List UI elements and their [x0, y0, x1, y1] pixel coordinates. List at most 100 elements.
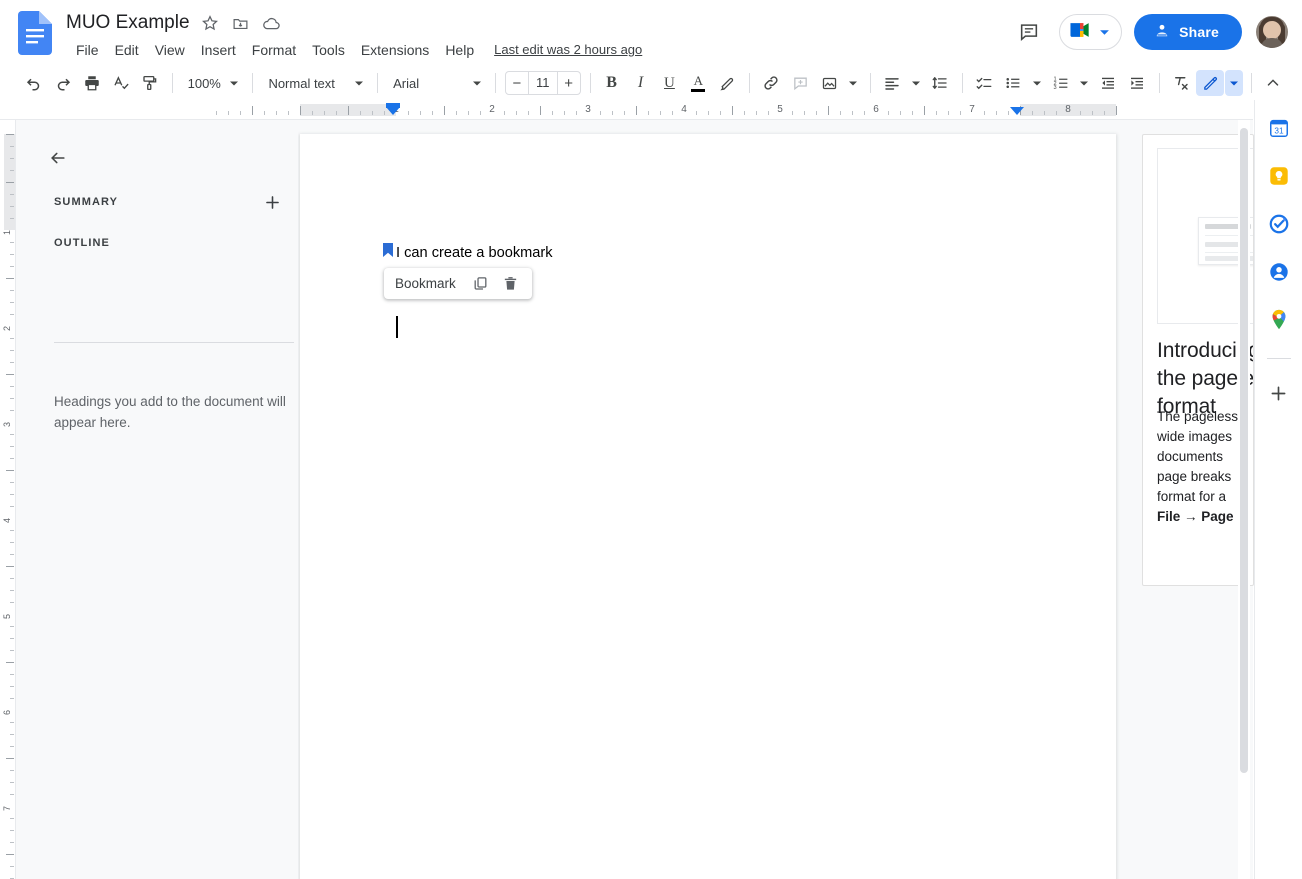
decrease-indent-icon[interactable] [1094, 70, 1122, 96]
bulleted-list-icon[interactable] [999, 70, 1027, 96]
comment-history-icon[interactable] [1009, 12, 1049, 52]
delete-trash-icon[interactable] [498, 271, 524, 297]
menu-edit[interactable]: Edit [107, 38, 147, 62]
clear-formatting-icon[interactable] [1167, 70, 1195, 96]
redo-icon[interactable] [49, 70, 77, 96]
text-color-letter: A [694, 74, 703, 87]
cloud-saved-icon[interactable] [261, 12, 283, 34]
bookmark-flag-icon[interactable] [382, 242, 394, 258]
menu-file[interactable]: File [68, 38, 107, 62]
font-size-stepper[interactable]: − 11 + [505, 71, 581, 95]
google-keep-icon[interactable] [1259, 156, 1299, 196]
ruler-tick [1032, 111, 1033, 115]
chevron-up-icon[interactable] [1259, 70, 1287, 96]
zoom-selector[interactable]: 100% [180, 70, 246, 96]
scrollbar-thumb[interactable] [1240, 128, 1248, 773]
vertical-ruler-tick [10, 386, 14, 387]
print-icon[interactable] [78, 70, 106, 96]
ruler-tick [900, 111, 901, 115]
vertical-ruler-tick [10, 674, 14, 675]
vertical-ruler-tick [10, 218, 14, 219]
bold-button[interactable]: B [598, 70, 626, 96]
thumb-text-bar [1205, 242, 1241, 247]
ruler-tick [456, 111, 457, 115]
line-spacing-icon[interactable] [926, 70, 954, 96]
highlight-pen-icon[interactable] [713, 70, 741, 96]
bookmark-popup[interactable]: Bookmark [384, 268, 532, 299]
menu-extensions[interactable]: Extensions [353, 38, 437, 62]
numbered-list-icon[interactable]: 1 2 3 [1047, 70, 1075, 96]
avatar[interactable] [1256, 16, 1288, 48]
google-maps-icon[interactable] [1259, 300, 1299, 340]
ruler-tick [852, 111, 853, 115]
underline-button[interactable]: U [655, 70, 683, 96]
bulleted-list-dropdown[interactable] [1028, 70, 1046, 96]
font-family-value: Arial [393, 76, 419, 91]
plus-icon[interactable] [258, 188, 286, 216]
document-scroll-area[interactable]: I can create a bookmark Bookmark [298, 120, 1253, 879]
page-title[interactable]: MUO Example [66, 10, 190, 36]
vertical-ruler-tick [10, 506, 14, 507]
font-size-input[interactable]: 11 [528, 72, 558, 94]
menu-help[interactable]: Help [437, 38, 482, 62]
ruler-tick [936, 111, 937, 115]
document-page[interactable]: I can create a bookmark Bookmark [300, 134, 1116, 879]
vertical-ruler-tick [6, 470, 14, 471]
vertical-ruler-tick [6, 854, 14, 855]
insert-link-icon[interactable] [757, 70, 785, 96]
font-family-selector[interactable]: Arial [385, 70, 488, 96]
italic-button[interactable]: I [627, 70, 655, 96]
outline-divider [54, 342, 294, 343]
align-dropdown[interactable] [907, 70, 925, 96]
text-color-button[interactable]: A [684, 70, 712, 96]
google-meet-button[interactable] [1059, 14, 1122, 50]
menu-tools[interactable]: Tools [304, 38, 353, 62]
left-indent-marker[interactable] [386, 107, 400, 115]
summary-section-header: SUMMARY [54, 188, 294, 216]
right-indent-marker[interactable] [1010, 107, 1024, 115]
document-text-line[interactable]: I can create a bookmark [396, 242, 553, 264]
document-vertical-scrollbar[interactable] [1238, 120, 1250, 879]
increase-indent-icon[interactable] [1123, 70, 1151, 96]
edit-pencil-icon[interactable] [1196, 70, 1224, 96]
ruler-tick [912, 111, 913, 115]
font-size-increase[interactable]: + [558, 72, 580, 94]
vertical-ruler-tick [10, 446, 14, 447]
outline-empty-text: Headings you add to the document will ap… [54, 392, 292, 433]
insert-image-dropdown[interactable] [844, 70, 862, 96]
ruler-tick [744, 111, 745, 115]
ruler-tick [1008, 111, 1009, 115]
ruler-label: 3 [585, 103, 591, 117]
paragraph-style-selector[interactable]: Normal text [260, 70, 370, 96]
align-left-icon[interactable] [878, 70, 906, 96]
menu-format[interactable]: Format [244, 38, 304, 62]
vertical-ruler-tick [10, 254, 14, 255]
copy-link-icon[interactable] [468, 271, 494, 297]
menu-view[interactable]: View [147, 38, 193, 62]
google-contacts-icon[interactable] [1259, 252, 1299, 292]
star-icon[interactable] [199, 12, 221, 34]
edit-mode-dropdown[interactable] [1225, 70, 1243, 96]
undo-icon[interactable] [20, 70, 48, 96]
numbered-list-dropdown[interactable] [1075, 70, 1093, 96]
back-arrow-icon[interactable] [42, 142, 74, 174]
vertical-ruler-tick [10, 302, 14, 303]
google-docs-icon[interactable] [18, 11, 52, 55]
font-size-decrease[interactable]: − [506, 72, 528, 94]
insert-image-icon[interactable] [815, 70, 843, 96]
move-to-folder-icon[interactable] [230, 12, 252, 34]
menu-insert[interactable]: Insert [193, 38, 244, 62]
checklist-icon[interactable] [970, 70, 998, 96]
google-tasks-icon[interactable] [1259, 204, 1299, 244]
last-edit-link[interactable]: Last edit was 2 hours ago [494, 40, 642, 60]
horizontal-ruler[interactable]: 12345678 [0, 100, 1253, 120]
google-calendar-icon[interactable]: 31 [1259, 108, 1299, 148]
vertical-ruler-tick [10, 398, 14, 399]
chevron-down-icon[interactable] [1095, 23, 1113, 41]
paint-format-icon[interactable] [136, 70, 164, 96]
add-comment-icon[interactable] [786, 70, 814, 96]
spellcheck-icon[interactable] [107, 70, 135, 96]
get-addons-icon[interactable] [1259, 373, 1299, 413]
vertical-ruler[interactable]: 1234567 [0, 120, 16, 879]
share-button[interactable]: Share [1134, 14, 1242, 50]
